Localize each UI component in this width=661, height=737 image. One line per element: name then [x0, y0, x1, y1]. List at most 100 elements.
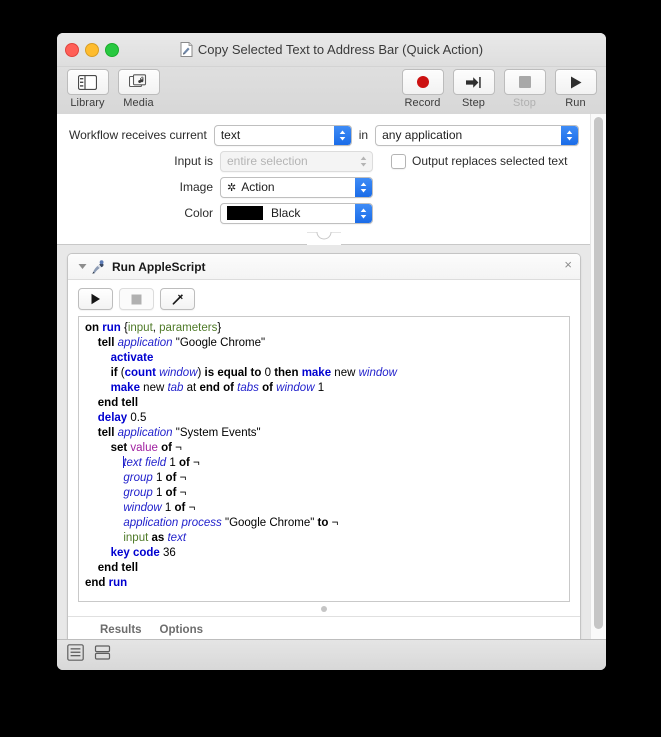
- window-title: Copy Selected Text to Address Bar (Quick…: [197, 42, 484, 57]
- run-button[interactable]: [554, 69, 597, 95]
- disclosure-triangle-icon[interactable]: [76, 263, 88, 270]
- code-line: on run {input, parameters}: [85, 322, 222, 334]
- chevron-updown-icon: [561, 125, 578, 145]
- color-label: Color: [184, 206, 213, 220]
- stop-button: [503, 69, 546, 95]
- window-bottom-bar: [57, 639, 606, 670]
- chevron-updown-icon: [355, 152, 372, 171]
- code-line: tell application "System Events": [97, 427, 261, 439]
- in-application-popup[interactable]: any application: [375, 124, 579, 146]
- chevron-updown-icon: [333, 125, 351, 145]
- library-label: Library: [70, 97, 105, 109]
- tab-results[interactable]: Results: [100, 624, 142, 636]
- panel-notch-divider: [57, 232, 591, 245]
- tab-options[interactable]: Options: [160, 624, 203, 636]
- gear-action-icon: ✲: [227, 181, 237, 194]
- automator-window: Copy Selected Text to Address Bar (Quick…: [57, 33, 606, 670]
- workflow-settings-panel: Workflow receives current text in any ap…: [57, 114, 591, 232]
- variables-view-button[interactable]: [94, 644, 111, 666]
- applescript-editor[interactable]: on run {input, parameters} tell applicat…: [78, 316, 570, 602]
- run-label: Run: [565, 97, 586, 109]
- code-line: end tell: [97, 397, 139, 409]
- code-line: group 1 of ¬: [123, 487, 187, 499]
- toolbar-left-group: Library Media: [65, 69, 161, 109]
- code-line: activate: [110, 352, 154, 364]
- record-button[interactable]: [401, 69, 444, 95]
- media-label: Media: [123, 97, 154, 109]
- run-toolbar-item[interactable]: Run: [553, 69, 598, 109]
- run-triangle-icon: [570, 76, 581, 88]
- step-label: Step: [461, 97, 486, 109]
- action-footer-tabs: Results Options: [68, 616, 580, 640]
- run-applescript-action[interactable]: Run AppleScript × on run {input, paramet…: [67, 253, 581, 640]
- hammer-icon: [172, 293, 183, 305]
- in-application-value: any application: [382, 128, 463, 142]
- chevron-updown-icon: [355, 203, 372, 223]
- script-document-icon: [180, 42, 193, 57]
- library-button[interactable]: [66, 69, 109, 95]
- stacked-rows-icon: [94, 645, 111, 660]
- compile-script-button[interactable]: [160, 288, 195, 310]
- code-line: tell application "Google Chrome": [97, 337, 266, 349]
- code-line: window 1 of ¬: [123, 502, 196, 514]
- media-browser-icon: [129, 74, 147, 88]
- library-panel-icon: [78, 74, 97, 90]
- receives-type-popup[interactable]: text: [213, 124, 352, 146]
- vertical-scrollbar[interactable]: [590, 114, 606, 640]
- code-line: delay 0.5: [97, 412, 147, 424]
- code-line: input as text: [123, 532, 187, 544]
- stop-square-icon: [131, 294, 142, 304]
- input-is-label: Input is: [174, 154, 213, 168]
- record-label: Record: [404, 97, 441, 109]
- notch-chevron-icon: [307, 232, 341, 245]
- output-replaces-row[interactable]: Output replaces selected text: [391, 153, 567, 169]
- workflow-actions-area: Run AppleScript × on run {input, paramet…: [57, 245, 591, 640]
- color-swatch: [227, 206, 263, 220]
- code-line: end run: [85, 577, 128, 589]
- window-titlebar: Copy Selected Text to Address Bar (Quick…: [57, 33, 606, 67]
- applescript-code[interactable]: on run {input, parameters} tell applicat…: [79, 317, 569, 595]
- input-is-value: entire selection: [227, 154, 308, 168]
- list-lines-icon: [67, 644, 84, 661]
- receives-row: Workflow receives current text in any ap…: [69, 124, 579, 146]
- image-value: Action: [241, 180, 275, 194]
- code-line: set value of ¬: [110, 442, 182, 454]
- window-title-group: Copy Selected Text to Address Bar (Quick…: [57, 33, 606, 66]
- action-header: Run AppleScript ×: [68, 254, 580, 280]
- toolbar-right-group: Record Step Stop Run: [400, 69, 598, 109]
- applescript-icon: [92, 259, 104, 274]
- output-replaces-checkbox[interactable]: [391, 153, 406, 169]
- step-toolbar-item[interactable]: Step: [451, 69, 496, 109]
- image-popup[interactable]: ✲ Action: [220, 176, 373, 198]
- record-circle-icon: [416, 76, 429, 88]
- stop-square-icon: [518, 76, 531, 88]
- scrollbar-thumb[interactable]: [594, 117, 603, 629]
- chevron-updown-icon: [355, 177, 372, 197]
- media-button[interactable]: [117, 69, 160, 95]
- image-row: Image ✲ Action: [69, 176, 579, 198]
- media-toolbar-item[interactable]: Media: [116, 69, 161, 109]
- close-icon[interactable]: ×: [564, 258, 572, 271]
- play-triangle-icon: [91, 293, 100, 305]
- color-popup[interactable]: Black: [220, 202, 373, 224]
- receives-label: Workflow receives current: [69, 128, 207, 142]
- code-line: end tell: [97, 562, 139, 574]
- receives-type-value: text: [220, 128, 241, 142]
- workflow-scroll-area: Workflow receives current text in any ap…: [57, 114, 606, 640]
- code-line: key code 36: [110, 547, 176, 559]
- stop-script-button: [119, 288, 154, 310]
- step-button[interactable]: [452, 69, 495, 95]
- record-toolbar-item[interactable]: Record: [400, 69, 445, 109]
- code-line: application process "Google Chrome" to ¬: [123, 517, 339, 529]
- stop-toolbar-item: Stop: [502, 69, 547, 109]
- color-row: Color Black: [69, 202, 579, 224]
- run-script-button[interactable]: [78, 288, 113, 310]
- code-line: text field 1 of ¬: [123, 456, 200, 469]
- script-toolbar: [68, 280, 580, 316]
- action-title: Run AppleScript: [112, 259, 206, 274]
- stop-label: Stop: [512, 97, 537, 109]
- library-toolbar-item[interactable]: Library: [65, 69, 110, 109]
- editor-resize-handle[interactable]: [68, 602, 580, 616]
- image-label: Image: [179, 180, 213, 194]
- log-view-button[interactable]: [67, 644, 84, 666]
